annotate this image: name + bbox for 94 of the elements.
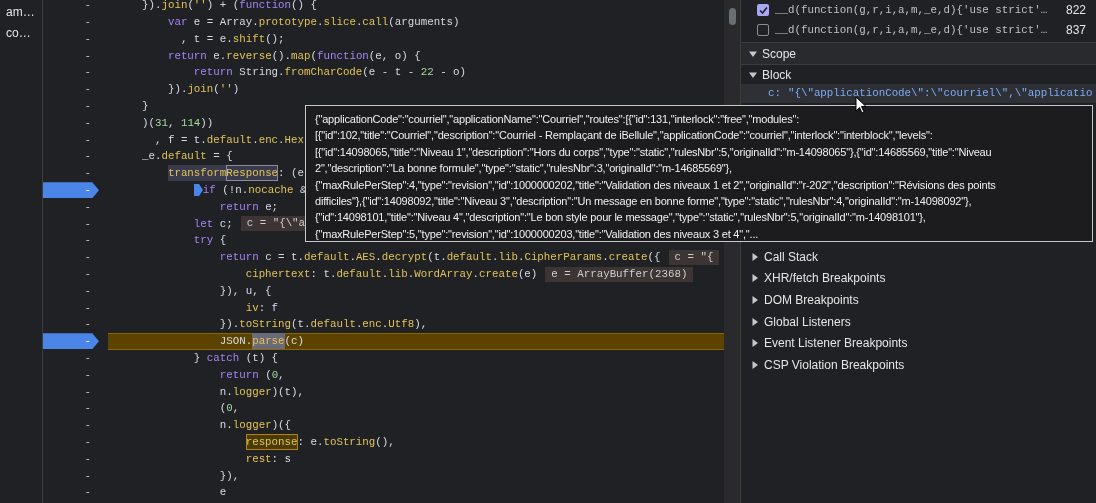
code-text: return c = t.default.AES.decrypt(t.default.lib.CipherParams.create({ [218, 250, 661, 266]
line-number[interactable]: - [43, 30, 91, 48]
code-text: response: e.toString(), [142, 434, 395, 451]
code-text: rest: s [244, 451, 292, 467]
section-header[interactable]: Call Stack [741, 246, 1096, 268]
tooltip-text: {"applicationCode":"courriel","applicationName":"Courriel","routes":[{"id":131,"interlock":"free","modules": [{"id":102,"title":"Courriel","description":"Courriel - Remplaçant de iBellule","applicationCode":"courriel","interlock":"interblock","levels": [{"id":14098065,"title":"Niveau 1","description":"Hors du corps","type":"static","rulesNbr":5,"originalId":"m-14098065"},{"id":14685569,"title":"Niveau 2","description":"La bonne formule","type":"static","rulesNbr":3,"originalId":"m-14685569"}, {"maxRulePerStep":4,"type":"revision","id":1000000202,"title":"Validation des niveaux 1 et 2","originalId":"r-202","description":"Révisions des points difficiles"},{"id":14098092,"title":"Niveau 3","description":"Un message en bonne forme","type":"static","rulesNbr":4,"originalId":"m-14098092"}, {"id":14098101,"title":"Niveau 4","description":"Le bon style pour le message","type":"static","rulesNbr":5,"originalId":"m-14098101"}, {"maxRulePerStep":5,"type":"revision","id":1000000203,"title":"Validation des niveaux 3 et 4","... [315, 112, 997, 242]
code-text: return (0, [218, 367, 285, 383]
checkbox[interactable] [757, 4, 769, 16]
breakpoint-label[interactable]: __d(function(g,r,i,a,m,_e,d){'use strict'… [775, 21, 1048, 39]
code-text: e [218, 485, 227, 501]
section-header[interactable]: XHR/fetch Breakpoints [741, 267, 1096, 290]
code-text: )(31, 114)) [142, 115, 214, 131]
section-header[interactable]: DOM Breakpoints [741, 289, 1096, 311]
breakpoint-marker[interactable]: - [43, 182, 99, 199]
line-number[interactable]: - [43, 98, 91, 115]
variable-name: c: [768, 86, 781, 102]
code-text: }).join('') [166, 82, 240, 98]
file-item[interactable]: am… [0, 2, 42, 23]
code-text: }), [218, 468, 240, 484]
line-number[interactable]: - [43, 366, 91, 383]
code-text: }).toString(t.default.enc.Utf8), [218, 317, 428, 333]
breakpoint-marker[interactable]: - [43, 333, 99, 350]
expanded-triangle-icon[interactable] [749, 70, 757, 79]
code-text: (0, [218, 401, 240, 417]
section-header[interactable]: Global Listeners [741, 310, 1096, 333]
code-text: return e; [218, 199, 279, 215]
line-number[interactable]: - [43, 484, 91, 501]
code-text: return String.fromCharCode(e - t - 22 - o) [192, 65, 467, 81]
line-number[interactable]: - [43, 417, 91, 434]
collapsed-triangle-icon[interactable] [751, 360, 759, 369]
checkbox[interactable] [757, 24, 769, 36]
line-number[interactable]: - [43, 400, 91, 417]
collapsed-triangle-icon[interactable] [751, 296, 759, 304]
line-number[interactable]: - [43, 81, 91, 98]
code-text: } catch (t) { [192, 351, 279, 367]
variable-value: "{\"applicationCode\":\"courriel\",\"applicatio [787, 86, 1093, 102]
line-number[interactable]: - [43, 64, 91, 81]
code-text: , f = t.default.enc.Hex [153, 132, 305, 148]
code-text: , t = e.shift(); [179, 31, 285, 47]
code-text: JSON.parse(c) [218, 333, 305, 350]
section-header[interactable]: CSP Violation Breakpoints [741, 353, 1096, 376]
line-number[interactable]: - [43, 282, 91, 300]
line-number[interactable]: - [43, 198, 91, 216]
code-text: n.logger)(t), [218, 384, 305, 400]
section-header[interactable]: Scope [741, 42, 1096, 64]
line-number[interactable]: - [43, 215, 91, 232]
line-number[interactable]: - [43, 165, 91, 182]
collapsed-triangle-icon[interactable] [751, 339, 759, 348]
inline-value: c = "{ [668, 249, 720, 265]
code-text: ciphertext: t.default.lib.WordArray.create(e) [244, 267, 538, 283]
line-number[interactable]: - [43, 350, 91, 367]
collapsed-triangle-icon[interactable] [751, 317, 759, 326]
code-text: transformResponse: (e [166, 165, 304, 182]
code-text: } [142, 99, 149, 115]
breakpoint-label[interactable]: __d(function(g,r,i,a,m,_e,d){'use strict'… [775, 1, 1048, 19]
line-number: 822 [1065, 2, 1086, 19]
line-number[interactable]: - [43, 467, 91, 484]
line-number: 837 [1065, 22, 1086, 39]
scrollbar-thumb[interactable] [728, 8, 736, 25]
code-text: return e.reverse().map(function(e, o) { [166, 48, 421, 64]
line-number[interactable]: - [43, 47, 91, 64]
line-number[interactable]: - [43, 434, 91, 451]
line-number[interactable]: - [43, 450, 91, 467]
code-text: n.logger)({ [218, 418, 292, 434]
inline-breakpoint-icon[interactable] [193, 184, 203, 197]
expanded-triangle-icon[interactable] [749, 49, 757, 58]
line-number[interactable]: - [43, 299, 91, 316]
code-text: }).join('') + (function() { [142, 0, 317, 14]
section-header[interactable]: Event Listener Breakpoints [741, 332, 1096, 354]
scope-variable-row[interactable]: c: "{\"applicationCode\":\"courriel\",\"applicatio [741, 84, 1096, 103]
line-number[interactable]: - [43, 266, 91, 283]
code-text: _e.default = { [142, 149, 233, 165]
code-text: iv: f [244, 300, 279, 316]
mouse-pointer-icon [855, 96, 867, 114]
code-text: var e = Array.prototype.slice.call(arguments) [166, 15, 460, 31]
line-number[interactable]: - [43, 148, 91, 165]
line-number[interactable]: - [43, 383, 91, 400]
line-number[interactable]: - [43, 316, 91, 333]
line-number[interactable]: - [43, 249, 91, 266]
inline-value: e = ArrayBuffer(2368) [545, 266, 694, 282]
line-number[interactable]: - [43, 114, 91, 132]
collapsed-triangle-icon[interactable] [751, 252, 759, 261]
line-number[interactable]: - [43, 14, 91, 31]
checkmark-icon [758, 5, 768, 15]
line-number[interactable]: - [43, 232, 91, 249]
code-text: let c; [192, 216, 233, 232]
line-number[interactable]: - [43, 0, 91, 14]
code-text: }), u, { [218, 283, 272, 299]
section-title: Scope [762, 45, 797, 63]
line-number[interactable]: - [43, 131, 91, 148]
collapsed-triangle-icon[interactable] [751, 274, 759, 283]
file-item[interactable]: co… [0, 23, 42, 44]
code-text: try { [192, 233, 227, 249]
scope-title[interactable]: Block [762, 65, 792, 84]
